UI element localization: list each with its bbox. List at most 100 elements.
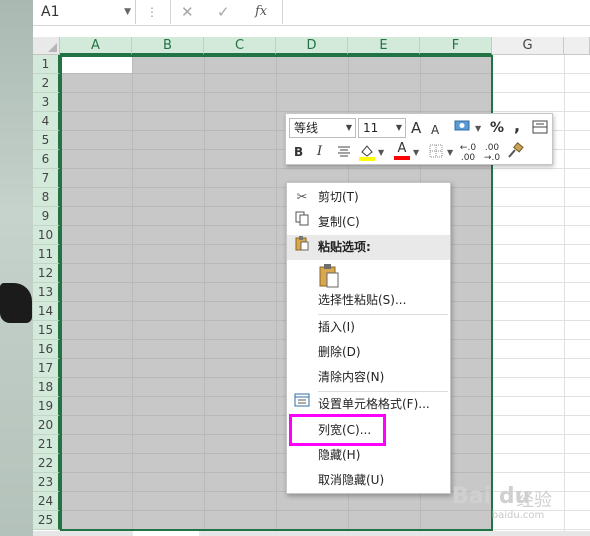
watermark-url: jingyan.baidu.com [452,510,545,521]
gridline [492,339,590,340]
row-header[interactable]: 20 [33,416,60,435]
row-header[interactable]: 17 [33,359,60,378]
borders-icon[interactable] [427,143,445,166]
menu-item-label: 插入(I) [318,320,355,334]
chevron-down-icon[interactable]: ▼ [475,119,481,139]
comma-style-button[interactable]: , [514,116,520,136]
row-header[interactable]: 11 [33,245,60,264]
menu-item-delete[interactable]: 删除(D) [287,340,450,365]
watermark-text: 经验 [516,490,552,511]
row-header[interactable]: 23 [33,473,60,492]
row-header[interactable]: 16 [33,340,60,359]
gridline [492,168,590,169]
cancel-icon[interactable]: ✕ [181,0,194,24]
row-header[interactable]: 7 [33,169,60,188]
row-header[interactable]: 3 [33,93,60,112]
chevron-down-icon[interactable]: ▼ [447,143,453,163]
row-header[interactable]: 8 [33,188,60,207]
more-vertical-icon[interactable]: ⋮ [146,0,158,24]
column-header-f[interactable]: F [420,37,492,55]
row-header[interactable]: 14 [33,302,60,321]
menu-item-cut[interactable]: ✂ 剪切(T) [287,185,450,210]
gridline [492,472,590,473]
menu-item-label: 粘贴选项: [318,240,371,254]
highlight-box [289,414,386,446]
align-center-icon[interactable] [335,143,353,166]
gridline [492,377,590,378]
row-header[interactable]: 22 [33,454,60,473]
increase-decimal-button[interactable]: ←.0 .00 [458,143,478,163]
column-header-a[interactable]: A [60,37,132,55]
row-header[interactable]: 2 [33,74,60,93]
column-header-c[interactable]: C [204,37,276,55]
background-object [0,283,32,323]
font-color-button[interactable]: A [394,142,410,160]
row-header[interactable]: 13 [33,283,60,302]
enter-icon[interactable]: ✓ [217,0,230,24]
row-header[interactable]: 5 [33,131,60,150]
merge-center-icon[interactable] [530,118,550,143]
row-header[interactable]: 18 [33,378,60,397]
gridline [492,225,590,226]
row-header[interactable]: 24 [33,492,60,511]
column-header-h[interactable] [564,37,590,55]
menu-item-label: 选择性粘贴(S)... [318,293,407,307]
row-header[interactable]: 10 [33,226,60,245]
chevron-down-icon[interactable]: ▼ [124,0,131,24]
column-header-b[interactable]: B [132,37,204,55]
row-header[interactable]: 25 [33,511,60,530]
gridline [492,282,590,283]
gridline [492,396,590,397]
gridline [492,434,590,435]
menu-item-copy[interactable]: 复制(C) [287,210,450,235]
row-header[interactable]: 19 [33,397,60,416]
font-name-box[interactable]: 等线 ▼ [289,118,356,138]
decrease-decimal-button[interactable]: .00 →.0 [482,143,502,163]
column-header-g[interactable]: G [492,37,564,55]
select-all-button[interactable] [33,37,60,55]
menu-item-insert[interactable]: 插入(I) [287,315,450,340]
gridline [492,529,590,530]
menu-item-label: 剪切(T) [318,190,359,204]
bold-button[interactable]: B [294,142,303,162]
paste-icon [293,235,311,260]
formula-input[interactable] [283,0,590,24]
font-size-box[interactable]: 11 ▼ [358,118,406,138]
background-left [0,0,33,536]
number-format-icon[interactable] [452,118,474,143]
menu-item-paste-special[interactable]: 选择性粘贴(S)... [287,288,450,313]
row-header[interactable]: 12 [33,264,60,283]
chevron-down-icon[interactable]: ▼ [346,119,352,137]
italic-button[interactable]: I [317,142,322,162]
sheet-tab[interactable] [133,531,199,536]
row-header[interactable]: 9 [33,207,60,226]
row-header[interactable]: 21 [33,435,60,454]
column-header-d[interactable]: D [276,37,348,55]
paste-option-icon[interactable] [318,263,340,289]
row-header[interactable]: 15 [33,321,60,340]
menu-item-label: 删除(D) [318,345,361,359]
menu-item-clear-contents[interactable]: 清除内容(N) [287,365,450,390]
row-header[interactable]: 1 [33,55,60,74]
chevron-down-icon[interactable]: ▼ [378,143,384,163]
grow-font-button[interactable]: A [411,118,421,138]
menu-item-unhide[interactable]: 取消隐藏(U) [287,468,450,493]
gridline [492,111,590,112]
insert-function-icon[interactable]: fx [255,0,267,24]
chevron-down-icon[interactable]: ▼ [413,143,419,163]
shrink-font-button[interactable]: A [431,120,439,140]
fill-color-icon[interactable] [358,142,376,169]
menu-item-hide[interactable]: 隐藏(H) [287,443,450,468]
row-header[interactable]: 4 [33,112,60,131]
menu-item-label: 取消隐藏(U) [318,473,385,487]
percent-style-button[interactable]: % [490,118,504,138]
column-header-e[interactable]: E [348,37,420,55]
row-header[interactable]: 6 [33,150,60,169]
chevron-down-icon[interactable]: ▼ [396,119,402,137]
menu-item-label: 清除内容(N) [318,370,385,384]
menu-item-label: 隐藏(H) [318,448,361,462]
gridline [564,55,565,531]
name-box[interactable]: A1 ▼ [33,0,136,24]
format-painter-icon[interactable] [505,142,525,167]
gridline [492,415,590,416]
